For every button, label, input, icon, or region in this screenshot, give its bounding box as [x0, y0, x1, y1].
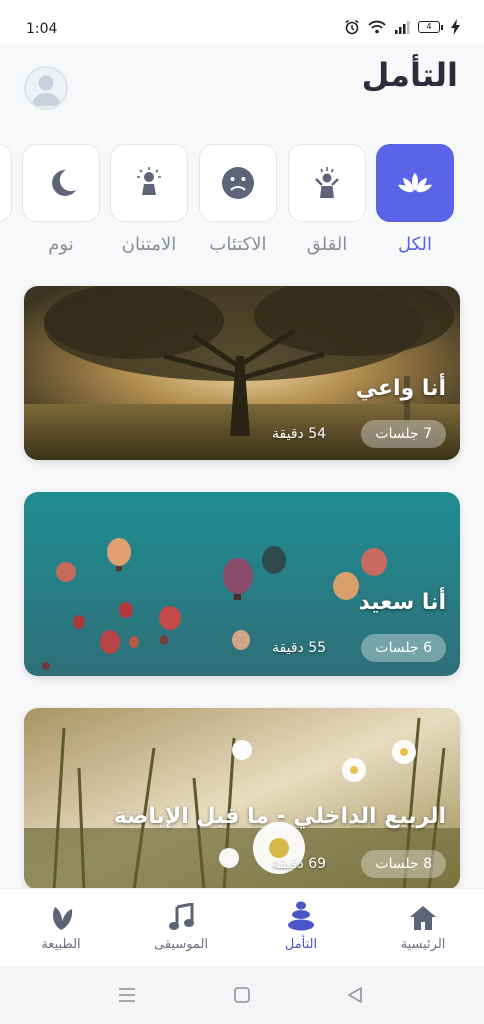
- category-label: نوم: [48, 234, 74, 255]
- category-gratitude[interactable]: الامتنان: [110, 144, 188, 255]
- card-title: الربيع الداخلي - ما قبل الإباضة: [113, 804, 446, 829]
- status-bar: 1:04 4: [0, 0, 484, 44]
- category-label: الامتنان: [121, 234, 177, 255]
- category-depression[interactable]: الاكتئاب: [199, 144, 277, 255]
- nav-label: الموسيقى: [153, 937, 209, 952]
- alarm-icon: [345, 19, 359, 35]
- nav-label: الرئيسية: [400, 937, 446, 952]
- category-label: الاكتئاب: [209, 234, 267, 255]
- home-square-icon[interactable]: [233, 986, 251, 1004]
- sad-face-icon: [222, 167, 254, 199]
- nav-nature[interactable]: الطبيعة: [16, 901, 106, 952]
- menu-icon[interactable]: [117, 986, 137, 1004]
- nav-meditation[interactable]: التأمل: [256, 901, 346, 952]
- meditation-card-happy[interactable]: أنا سعيد 6 جلسات 55 دقيقة: [24, 492, 460, 676]
- signal-icon: [395, 21, 410, 34]
- battery-indicator: 4: [418, 21, 443, 33]
- page-title: التأمل: [361, 56, 458, 94]
- back-icon[interactable]: [346, 986, 364, 1004]
- nav-label: التأمل: [284, 937, 318, 952]
- category-partial[interactable]: [0, 144, 12, 222]
- card-title: أنا واعي: [355, 376, 446, 401]
- header: التأمل: [0, 44, 484, 132]
- system-nav-bar: [0, 966, 484, 1024]
- sessions-badge: 6 جلسات: [361, 634, 446, 662]
- charging-icon: [451, 19, 460, 35]
- category-label: الكل: [397, 234, 433, 255]
- music-note-icon: [169, 903, 194, 930]
- nav-home[interactable]: الرئيسية: [378, 901, 468, 952]
- card-title: أنا سعيد: [358, 590, 446, 615]
- battery-level: 4: [418, 21, 440, 33]
- duration-label: 54 دقيقة: [272, 426, 327, 442]
- duration-label: 69 دقيقة: [272, 856, 327, 872]
- stones-icon: [288, 901, 314, 931]
- meditation-card-inner-spring[interactable]: الربيع الداخلي - ما قبل الإباضة 8 جلسات …: [24, 708, 460, 890]
- category-label: القلق: [306, 234, 348, 255]
- moon-icon: [52, 169, 76, 196]
- category-anxiety[interactable]: القلق: [288, 144, 366, 255]
- category-sleep[interactable]: نوم: [22, 144, 100, 255]
- nav-music[interactable]: الموسيقى: [136, 901, 226, 952]
- nav-label: الطبيعة: [41, 937, 81, 952]
- leaf-icon: [53, 907, 73, 930]
- bottom-nav: الطبيعة الموسيقى التأمل الرئيسية: [0, 888, 484, 966]
- duration-label: 55 دقيقة: [272, 640, 327, 656]
- category-all[interactable]: الكل: [376, 144, 454, 255]
- praying-person-icon: [137, 167, 161, 195]
- home-icon: [410, 906, 436, 930]
- user-avatar-icon: [31, 75, 61, 106]
- status-time: 1:04: [26, 21, 58, 37]
- category-filter: نوم الامتنان الاكتئاب القلق الكل: [0, 144, 484, 274]
- avatar[interactable]: [24, 66, 68, 110]
- sessions-badge: 8 جلسات: [361, 850, 446, 878]
- status-icons: 4: [344, 19, 460, 35]
- sessions-badge: 7 جلسات: [361, 420, 446, 448]
- stressed-person-icon: [315, 167, 339, 198]
- lotus-icon: [398, 173, 432, 193]
- meditation-card-aware[interactable]: أنا واعي 7 جلسات 54 دقيقة: [24, 286, 460, 460]
- wifi-icon: [368, 20, 386, 34]
